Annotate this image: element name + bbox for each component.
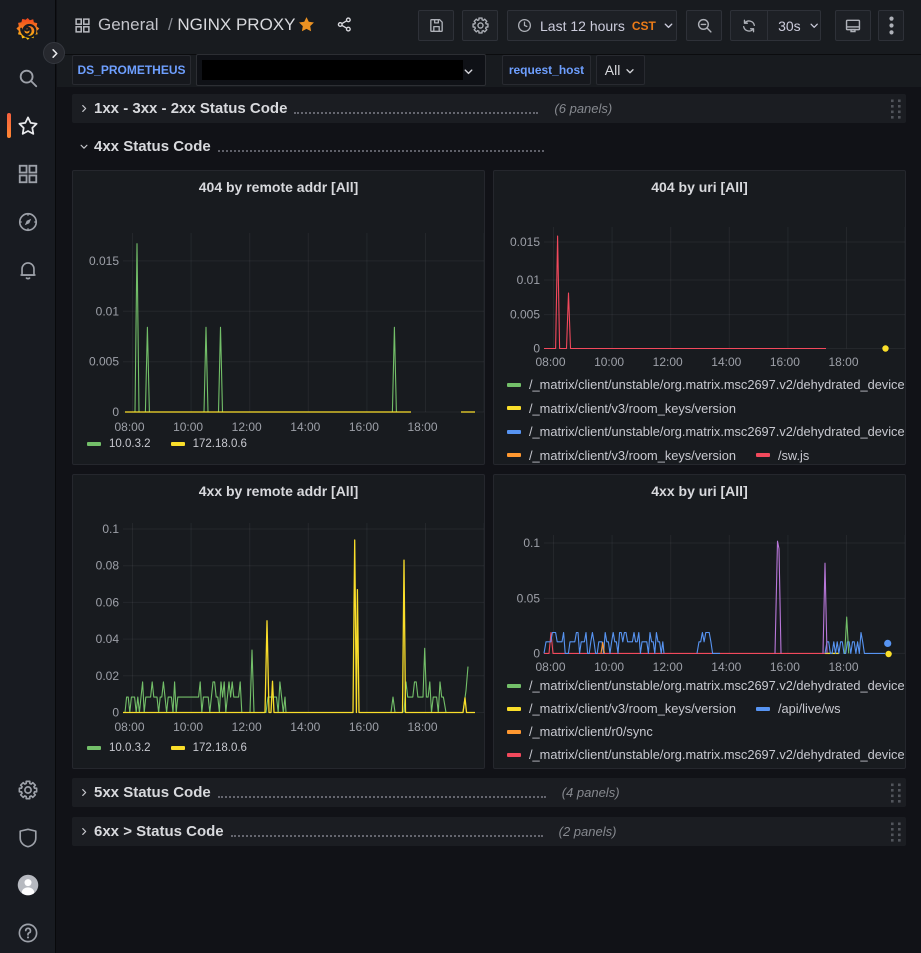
- svg-text:0.02: 0.02: [96, 669, 120, 683]
- svg-text:0.01: 0.01: [96, 304, 120, 318]
- svg-text:12:00: 12:00: [232, 420, 262, 434]
- svg-text:0: 0: [533, 646, 540, 660]
- svg-text:10:00: 10:00: [594, 355, 624, 369]
- svg-text:0: 0: [112, 706, 119, 720]
- svg-text:16:00: 16:00: [770, 355, 800, 369]
- svg-text:14:00: 14:00: [290, 420, 320, 434]
- svg-text:10:00: 10:00: [173, 720, 203, 734]
- svg-text:14:00: 14:00: [711, 660, 741, 674]
- svg-text:0.015: 0.015: [89, 254, 119, 268]
- svg-text:0.08: 0.08: [96, 559, 120, 573]
- svg-text:0: 0: [533, 342, 540, 356]
- svg-text:12:00: 12:00: [653, 355, 683, 369]
- svg-text:0.005: 0.005: [510, 308, 540, 322]
- svg-text:12:00: 12:00: [653, 660, 683, 674]
- svg-text:0.1: 0.1: [523, 536, 540, 550]
- svg-text:0.04: 0.04: [96, 632, 120, 646]
- svg-text:14:00: 14:00: [711, 355, 741, 369]
- svg-text:18:00: 18:00: [828, 660, 858, 674]
- svg-text:16:00: 16:00: [349, 420, 379, 434]
- svg-text:08:00: 08:00: [114, 420, 144, 434]
- svg-text:18:00: 18:00: [407, 720, 437, 734]
- svg-text:10:00: 10:00: [594, 660, 624, 674]
- svg-text:08:00: 08:00: [114, 720, 144, 734]
- svg-text:18:00: 18:00: [407, 420, 437, 434]
- svg-text:12:00: 12:00: [232, 720, 262, 734]
- svg-text:08:00: 08:00: [535, 660, 565, 674]
- svg-text:0.05: 0.05: [517, 591, 541, 605]
- svg-text:0: 0: [112, 405, 119, 419]
- svg-text:14:00: 14:00: [290, 720, 320, 734]
- svg-text:18:00: 18:00: [828, 355, 858, 369]
- svg-text:16:00: 16:00: [770, 660, 800, 674]
- svg-text:08:00: 08:00: [535, 355, 565, 369]
- svg-text:16:00: 16:00: [349, 720, 379, 734]
- svg-text:0.015: 0.015: [510, 235, 540, 249]
- svg-text:0.01: 0.01: [517, 273, 541, 287]
- svg-text:10:00: 10:00: [173, 420, 203, 434]
- svg-text:0.1: 0.1: [102, 522, 119, 536]
- svg-text:0.005: 0.005: [89, 355, 119, 369]
- svg-text:0.06: 0.06: [96, 595, 120, 609]
